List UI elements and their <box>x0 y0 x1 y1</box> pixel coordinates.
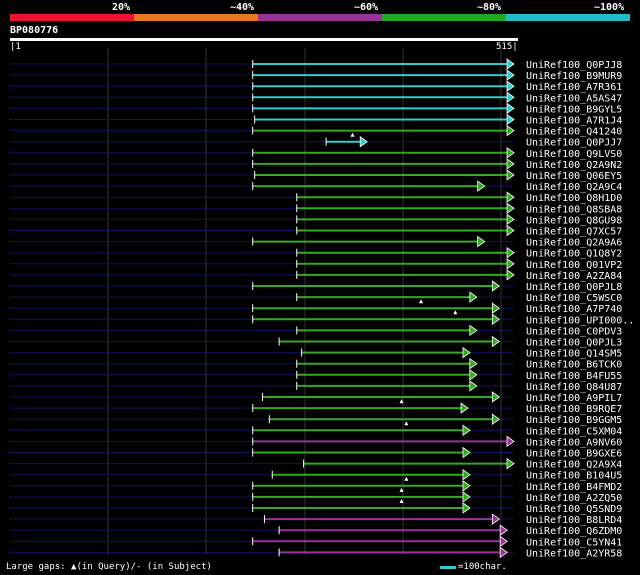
hit-label: UniRef100_A2ZA84 <box>526 271 622 282</box>
hit-label: UniRef100_Q0PJL3 <box>526 338 622 349</box>
query-gap-marker <box>404 476 409 481</box>
hit-label: UniRef100_A7P740 <box>526 304 622 315</box>
hit-label: UniRef100_Q8GU98 <box>526 215 622 226</box>
hit-label: UniRef100_Q9LVS0 <box>526 149 622 160</box>
hit-label: UniRef100_Q1Q8Y2 <box>526 249 622 260</box>
hit-label: UniRef100_B9GYL5 <box>526 104 622 115</box>
hit-label: UniRef100_B9GGM5 <box>526 415 622 426</box>
hit-label: UniRef100_Q2A9N2 <box>526 160 622 171</box>
hit-arrow <box>462 346 471 359</box>
hit-label: UniRef100_Q5SND9 <box>526 504 622 515</box>
hit-arrow <box>506 435 515 448</box>
hit-arrow <box>499 535 508 548</box>
hit-arrow <box>462 502 471 514</box>
hit-label: UniRef100_Q41240 <box>526 127 622 138</box>
hit-arrow <box>477 235 486 248</box>
hit-arrow <box>462 424 471 437</box>
hit-arrow <box>359 135 368 148</box>
hit-label: UniRef100_C5WSC0 <box>526 293 622 304</box>
hit-arrow <box>491 391 501 403</box>
large-gaps-legend: Large gaps: ▲(in Query)/- (in Subject) <box>6 562 212 572</box>
hit-label: UniRef100_Q8SBA8 <box>526 204 622 215</box>
hit-arrow <box>506 457 515 470</box>
hit-arrow <box>506 258 515 270</box>
hit-label: UniRef100_B6TCK0 <box>526 360 622 371</box>
hit-arrow <box>506 147 515 159</box>
hit-arrow <box>491 313 501 326</box>
hit-arrow <box>506 269 515 281</box>
hit-label: UniRef100_Q7XC57 <box>526 227 622 238</box>
hit-arrow <box>506 224 515 237</box>
hit-label: UniRef100_A2YR58 <box>526 548 622 559</box>
hit-arrow <box>499 546 508 559</box>
hit-label: UniRef100_Q84U87 <box>526 382 622 393</box>
hit-arrow <box>506 91 515 104</box>
hit-arrow <box>491 513 501 525</box>
hit-arrow <box>462 480 471 492</box>
scale-key-label: =100char. <box>458 562 507 572</box>
hit-label: UniRef100_UPI000.. <box>526 315 634 326</box>
hit-label: UniRef100_Q2A9A6 <box>526 238 622 249</box>
hit-label: UniRef100_B9MUR9 <box>526 71 622 82</box>
hit-label: UniRef100_Q2A9C4 <box>526 182 622 193</box>
hit-arrow <box>506 213 515 226</box>
hit-label: UniRef100_B8LRD4 <box>526 515 622 526</box>
hit-label: UniRef100_A5AS47 <box>526 93 622 104</box>
hit-arrow <box>506 124 515 137</box>
hit-label: UniRef100_Q01VP2 <box>526 260 622 271</box>
hit-arrow <box>506 80 515 92</box>
query-gap-marker <box>404 421 409 426</box>
hit-label: UniRef100_C5XM04 <box>526 426 622 437</box>
query-gap-marker <box>453 310 458 315</box>
hit-arrow <box>506 202 515 215</box>
hit-label: UniRef100_A9PIL7 <box>526 393 622 404</box>
hit-arrow <box>506 169 515 181</box>
hit-arrow <box>462 491 471 503</box>
hit-arrow <box>491 413 501 425</box>
hit-label: UniRef100_B4FU55 <box>526 371 622 382</box>
hit-label: UniRef100_C5YN41 <box>526 537 622 548</box>
hit-arrow <box>469 324 478 337</box>
hit-arrow <box>462 468 471 481</box>
hit-arrow <box>506 113 515 126</box>
query-gap-marker <box>350 132 355 137</box>
hit-arrow <box>491 302 501 314</box>
hit-arrow <box>506 102 515 115</box>
alignment-hits-graphic: UniRef100_Q0PJJ8UniRef100_B9MUR9UniRef10… <box>10 48 634 559</box>
query-gap-marker <box>419 299 424 304</box>
hit-label: UniRef100_Q0PJJ7 <box>526 138 622 149</box>
hit-arrow <box>469 380 478 392</box>
hit-arrow <box>477 180 486 192</box>
hit-label: UniRef100_A7R361 <box>526 82 622 93</box>
hit-label: UniRef100_Q14SM5 <box>526 349 622 360</box>
hit-label: UniRef100_Q6ZDM0 <box>526 526 622 537</box>
hit-arrow <box>506 158 515 170</box>
hit-arrow <box>462 446 471 459</box>
hit-label: UniRef100_B9RQE7 <box>526 404 622 415</box>
hit-arrow <box>469 357 478 370</box>
hit-arrow <box>491 335 501 348</box>
hit-label: UniRef100_C0PDV3 <box>526 326 622 337</box>
hit-arrow <box>506 69 515 81</box>
hit-label: UniRef100_Q2A9X4 <box>526 460 622 471</box>
hit-arrow <box>469 291 478 303</box>
hit-label: UniRef100_A9NV60 <box>526 437 622 448</box>
hit-arrow <box>460 402 469 414</box>
hit-arrow <box>506 246 515 259</box>
hit-label: UniRef100_A7R1J4 <box>526 116 622 127</box>
hit-label: UniRef100_B9GXE6 <box>526 449 622 460</box>
hit-arrow <box>491 280 501 292</box>
hit-label: UniRef100_Q06EY5 <box>526 171 622 182</box>
hit-label: UniRef100_A2ZQ50 <box>526 493 622 504</box>
hit-label: UniRef100_B104U5 <box>526 471 622 482</box>
hit-arrow <box>506 58 515 70</box>
hit-label: UniRef100_Q0PJJ8 <box>526 60 622 71</box>
hit-label: UniRef100_B4FMD2 <box>526 482 622 493</box>
hit-arrow <box>499 524 508 536</box>
hit-arrow <box>469 369 478 381</box>
hit-label: UniRef100_Q0PJL8 <box>526 282 622 293</box>
hit-label: UniRef100_Q8H1D0 <box>526 193 622 204</box>
hit-arrow <box>506 191 515 203</box>
